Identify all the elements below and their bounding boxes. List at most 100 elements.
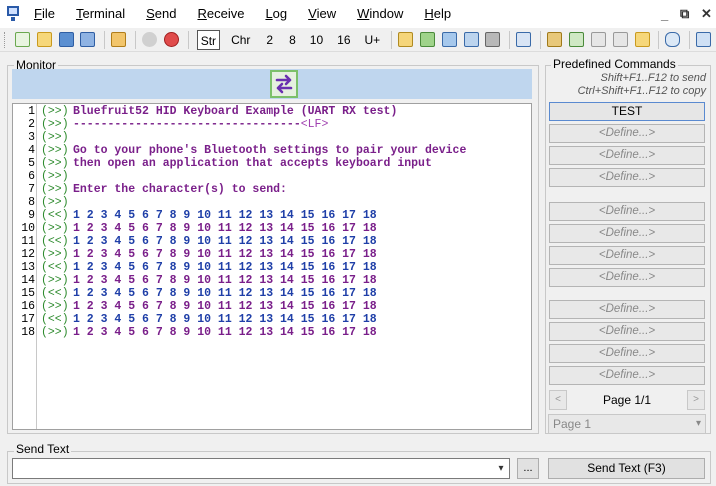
send-text-more-button[interactable]: ... [517, 458, 539, 479]
line-number: 16 [21, 300, 35, 313]
line-content: 1 2 3 4 5 6 7 8 9 10 11 12 13 14 15 16 1… [73, 248, 377, 261]
radix-bin-button[interactable]: 2 [263, 30, 276, 50]
predefined-command-6-button[interactable]: <Define...> [549, 224, 705, 243]
line-number: 9 [28, 209, 35, 222]
log-settings-button[interactable] [545, 30, 564, 50]
hint-send: Shift+F1..F12 to send [600, 72, 706, 84]
new-terminal-button[interactable] [13, 30, 32, 50]
toolbar: Str Chr 2 8 10 16 U+ [0, 28, 716, 52]
line-direction: (>>) [41, 118, 69, 131]
line-number: 7 [28, 183, 35, 196]
app-icon[interactable] [6, 5, 24, 23]
line-content: 1 2 3 4 5 6 7 8 9 10 11 12 13 14 15 16 1… [73, 222, 377, 235]
line-direction: (>>) [41, 196, 69, 209]
grid-icon [398, 32, 414, 47]
line-eol-marker: <LF> [300, 118, 329, 131]
predefined-command-5-button[interactable]: <Define...> [549, 202, 705, 221]
terminal-line: 9 (<<) 1 2 3 4 5 6 7 8 9 10 11 12 13 14 15… [13, 209, 531, 222]
menu-items: File Terminal Send Receive Log View Window Help [34, 0, 472, 28]
log-open-folder-button[interactable] [633, 30, 652, 50]
send-text-history-chevron-icon[interactable]: ▾ [493, 460, 509, 477]
line-direction: (>>) [41, 248, 69, 261]
open-terminal-button[interactable] [35, 30, 54, 50]
predefined-command-12-button[interactable]: <Define...> [549, 366, 705, 385]
toolbar-separator [187, 30, 189, 49]
terminal-line: 1 (>>) Bluefruit52 HID Keyboard Example (U… [13, 105, 531, 118]
menu-file[interactable]: File [34, 0, 55, 28]
menu-receive[interactable]: Receive [197, 0, 244, 28]
radix-unicode-button[interactable]: U+ [362, 30, 384, 50]
terminal-settings-button[interactable] [109, 30, 128, 50]
menu-help[interactable]: Help [424, 0, 451, 28]
check-circle-icon [141, 32, 157, 47]
predefined-command-11-button[interactable]: <Define...> [549, 344, 705, 363]
menu-window[interactable]: Window [357, 0, 403, 28]
predefined-pager: < Page 1/1 > [549, 390, 705, 410]
line-content: 1 2 3 4 5 6 7 8 9 10 11 12 13 14 15 16 1… [73, 287, 377, 300]
save-terminal-button[interactable] [57, 30, 76, 50]
radix-string-button[interactable]: Str [196, 29, 221, 50]
predefined-commands-label: Predefined Commands [551, 57, 678, 71]
radix-oct-button[interactable]: 8 [286, 30, 299, 50]
menu-view[interactable]: View [308, 0, 336, 28]
hint-copy: Ctrl+Shift+F1..F12 to copy [577, 85, 706, 97]
predefined-command-10-button[interactable]: <Define...> [549, 322, 705, 341]
menu-log[interactable]: Log [265, 0, 287, 28]
line-content: --------------------------------- [73, 118, 301, 131]
terminal-line: 6 (>>) [13, 170, 531, 183]
page-select[interactable]: Page 1 ▾ [548, 414, 706, 434]
send-text-input[interactable] [12, 458, 510, 479]
predefined-command-9-button[interactable]: <Define...> [549, 300, 705, 319]
find-button[interactable] [514, 30, 533, 50]
menu-send[interactable]: Send [146, 0, 176, 28]
chat-button[interactable] [663, 30, 682, 50]
log-on-button[interactable] [567, 30, 586, 50]
predefined-command-8-button[interactable]: <Define...> [549, 268, 705, 287]
restore-icon[interactable]: ⧉ [680, 0, 689, 28]
show-radix-button[interactable] [396, 30, 415, 50]
line-number: 11 [21, 235, 35, 248]
close-icon[interactable]: ✕ [701, 0, 712, 28]
predefined-command-1-button[interactable]: TEST [549, 102, 705, 121]
line-number: 10 [21, 222, 35, 235]
swap-direction-button[interactable] [270, 70, 298, 98]
save-workspace-button[interactable] [78, 30, 97, 50]
show-length-button[interactable] [462, 30, 481, 50]
monitor-terminal[interactable]: 1 (>>) Bluefruit52 HID Keyboard Example (U… [12, 103, 532, 430]
line-content: 1 2 3 4 5 6 7 8 9 10 11 12 13 14 15 16 1… [73, 313, 377, 326]
terminal-line: 2 (>>) --------------------------------- <L… [13, 118, 531, 131]
radix-hex-button[interactable]: 16 [334, 30, 353, 50]
line-number: 18 [21, 326, 35, 339]
menu-terminal[interactable]: Terminal [76, 0, 125, 28]
line-number: 2 [28, 118, 35, 131]
page-prev-button[interactable]: < [549, 390, 567, 410]
predefined-command-2-button[interactable]: <Define...> [549, 124, 705, 143]
log-clear-button[interactable] [611, 30, 630, 50]
page-info: Page 1/1 [602, 393, 652, 407]
predefined-command-4-button[interactable]: <Define...> [549, 168, 705, 187]
line-content: then open an application that accepts ke… [73, 157, 432, 170]
log-off-button[interactable] [589, 30, 608, 50]
close-connection-button[interactable] [162, 30, 181, 50]
open-connection-button[interactable] [140, 30, 159, 50]
page-next-button[interactable]: > [686, 390, 705, 410]
print-button[interactable] [484, 30, 503, 50]
predefined-command-3-button[interactable]: <Define...> [549, 146, 705, 165]
log-folder-icon [634, 32, 650, 47]
line-direction: (<<) [41, 261, 69, 274]
send-text-button[interactable]: Send Text (F3) [548, 458, 705, 479]
minimize-icon[interactable]: _ [661, 0, 668, 28]
show-timestamp-button[interactable] [418, 30, 437, 50]
line-direction: (<<) [41, 287, 69, 300]
send-file-icon [696, 32, 712, 47]
send-file-button[interactable] [694, 30, 713, 50]
show-direction-button[interactable] [440, 30, 459, 50]
predefined-command-7-button[interactable]: <Define...> [549, 246, 705, 265]
log-clear-icon [612, 32, 628, 47]
toolbar-grip[interactable] [4, 31, 7, 48]
line-content: 1 2 3 4 5 6 7 8 9 10 11 12 13 14 15 16 1… [73, 209, 377, 222]
radix-dec-button[interactable]: 10 [307, 30, 326, 50]
terminal-line: 12 (>>) 1 2 3 4 5 6 7 8 9 10 11 12 13 14 1… [13, 248, 531, 261]
radix-char-button[interactable]: Chr [228, 30, 253, 50]
line-number: 17 [21, 313, 35, 326]
